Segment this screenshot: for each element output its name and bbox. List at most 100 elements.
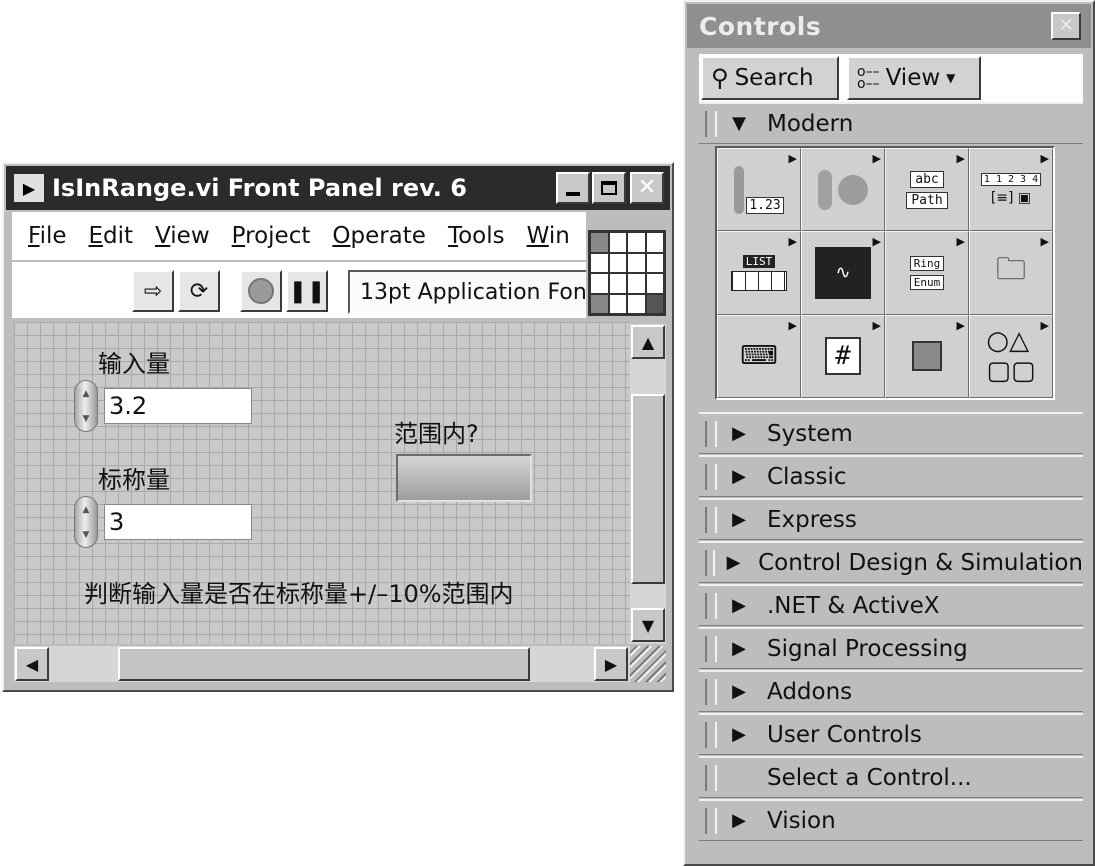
menu-operate[interactable]: Operate: [332, 223, 426, 249]
category-modern[interactable]: ▼ Modern: [699, 102, 1083, 144]
listbox-icon: LIST: [742, 254, 776, 268]
table-icon: [731, 270, 787, 291]
select-a-control-item[interactable]: Select a Control...: [699, 756, 1083, 798]
category-signal-processing[interactable]: ▶ Signal Processing: [699, 627, 1083, 669]
scroll-right-button[interactable]: ▶: [594, 647, 628, 681]
category-express[interactable]: ▶ Express: [699, 498, 1083, 540]
view-button[interactable]: o–– o–– View ▼: [847, 56, 981, 100]
palette-numeric[interactable]: 1.23 ▶: [717, 148, 801, 232]
vertical-scrollbar[interactable]: ▲ ▼: [630, 324, 666, 644]
collapsed-triangle-icon: ▶: [732, 466, 746, 487]
palette-title: Controls: [699, 11, 822, 41]
search-button-label: Search: [734, 65, 814, 91]
horizontal-scrollbar[interactable]: ◀ ▶: [14, 646, 630, 682]
submenu-arrow-icon: ▶: [872, 152, 881, 165]
scroll-up-button[interactable]: ▲: [631, 325, 665, 359]
palette-decorations[interactable]: ○△ ▢▢ ▶: [969, 314, 1053, 398]
palette-list-table[interactable]: LIST ▶: [717, 231, 801, 315]
palette-variant-class[interactable]: ▶: [885, 314, 969, 398]
cube-icon: [912, 341, 942, 372]
view-options-icon: o–– o––: [857, 64, 880, 92]
connector-cell: [590, 232, 609, 253]
palette-containers[interactable]: 🗀 ▶: [969, 231, 1053, 315]
input-numeric-control[interactable]: 3.2: [104, 388, 252, 424]
category-addons[interactable]: ▶ Addons: [699, 670, 1083, 712]
minimize-button[interactable]: [556, 172, 590, 204]
category-label: Signal Processing: [767, 635, 968, 662]
palette-refnum[interactable]: # ▶: [801, 314, 885, 398]
vertical-scroll-thumb[interactable]: [631, 394, 665, 584]
category-user-controls[interactable]: ▶ User Controls: [699, 713, 1083, 755]
collapsed-triangle-icon: ▶: [732, 595, 746, 616]
connector-cell: [608, 252, 627, 273]
category-system[interactable]: ▶ System: [699, 412, 1083, 454]
vi-connector-pane[interactable]: [588, 230, 666, 316]
menu-project[interactable]: Project: [232, 223, 311, 249]
palette-titlebar[interactable]: Controls ✕: [687, 4, 1091, 48]
run-continuously-button[interactable]: ⟳: [178, 270, 220, 312]
category-vision[interactable]: ▶ Vision: [699, 799, 1083, 841]
category-dotnet-activex[interactable]: ▶ .NET & ActiveX: [699, 584, 1083, 626]
menu-file[interactable]: File: [28, 223, 67, 249]
collapsed-triangle-icon: ▶: [732, 681, 746, 702]
shapes-icon: ○△ ▢▢: [986, 326, 1036, 387]
scroll-down-button[interactable]: ▼: [631, 608, 665, 642]
menu-view[interactable]: View: [155, 223, 210, 249]
abort-button[interactable]: [240, 270, 282, 312]
connector-cell: [590, 293, 609, 314]
toggle-switch-icon: [818, 169, 832, 210]
palette-graph[interactable]: ∿ ▶: [801, 231, 885, 315]
category-grip: [705, 635, 717, 662]
front-panel-canvas[interactable]: 输入量 ▲ ▼ 3.2 标称量 ▲ ▼ 3 范围内? 判断输入量是否在标称量+/–1…: [14, 322, 630, 644]
submenu-arrow-icon: ▶: [1040, 318, 1049, 332]
submenu-arrow-icon: ▶: [872, 235, 881, 249]
palette-boolean[interactable]: ▶: [801, 148, 885, 232]
category-control-design[interactable]: ▶ Control Design & Simulation: [699, 541, 1083, 583]
up-arrow-icon: ▲: [641, 332, 655, 352]
category-label: Classic: [767, 463, 847, 490]
run-button[interactable]: ⇨: [132, 270, 174, 312]
category-grip: [705, 764, 717, 791]
category-grip: [705, 721, 717, 748]
connector-cell: [608, 293, 627, 314]
palette-io[interactable]: ⌨ ▶: [717, 314, 801, 398]
submenu-arrow-icon: ▶: [788, 152, 797, 165]
category-grip: [705, 592, 717, 619]
maximize-button[interactable]: [592, 172, 626, 204]
palette-close-button[interactable]: ✕: [1051, 12, 1081, 40]
search-button[interactable]: ⚲ Search: [701, 56, 839, 100]
io-icon: ⌨: [740, 341, 778, 372]
menu-edit[interactable]: Edit: [89, 223, 134, 249]
font-selector[interactable]: 13pt Application Font: [348, 270, 586, 314]
view-button-label: View: [885, 65, 941, 91]
category-classic[interactable]: ▶ Classic: [699, 455, 1083, 497]
front-panel-titlebar[interactable]: ▶ IsInRange.vi Front Panel rev. 6 ✕: [6, 166, 670, 210]
submenu-arrow-icon: ▶: [956, 318, 965, 332]
resize-grip[interactable]: [630, 646, 666, 682]
submenu-arrow-icon: ▶: [788, 235, 797, 249]
nominal-increment-decrement[interactable]: ▲ ▼: [74, 496, 98, 548]
palette-ring-enum[interactable]: Ring Enum ▶: [885, 231, 969, 315]
input-increment-decrement[interactable]: ▲ ▼: [74, 380, 98, 432]
horizontal-scroll-thumb[interactable]: [118, 647, 530, 681]
submenu-arrow-icon: ▶: [1040, 235, 1049, 249]
menu-window[interactable]: Win: [527, 223, 570, 249]
scroll-left-button[interactable]: ◀: [15, 647, 49, 681]
collapsed-triangle-icon: ▶: [726, 552, 741, 573]
pause-button[interactable]: ❚❚: [286, 270, 328, 312]
category-label: Express: [767, 506, 857, 533]
menu-tools[interactable]: Tools: [448, 223, 505, 249]
connector-cell: [645, 232, 664, 253]
connector-cell: [627, 273, 646, 294]
palette-string-path[interactable]: abc Path ▶: [885, 148, 969, 232]
right-arrow-icon: ▶: [604, 654, 618, 674]
category-label: System: [767, 420, 853, 447]
nominal-numeric-control[interactable]: 3: [104, 504, 252, 540]
close-button[interactable]: ✕: [630, 172, 664, 204]
connector-cell: [627, 293, 646, 314]
category-grip: [705, 420, 717, 447]
category-label: Vision: [767, 807, 836, 834]
palette-toolbar: ⚲ Search o–– o–– View ▼: [699, 54, 1083, 102]
palette-array-cluster[interactable]: 1 1 2 3 4 [≡] ▣ ▶: [969, 148, 1053, 232]
up-arrow-icon: ▲: [82, 504, 90, 515]
